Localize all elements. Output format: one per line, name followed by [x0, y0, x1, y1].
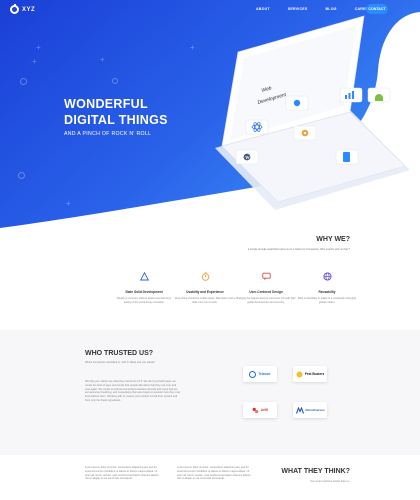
telecorr-icon: [249, 370, 257, 378]
client-name: MetroCharisma: [305, 408, 325, 412]
client-name: Telecorr: [258, 372, 271, 376]
feature-card-2: Usability and Experience Everything shou…: [175, 272, 235, 305]
feature-title: Usability and Experience: [186, 290, 224, 294]
card-icon-dots: [285, 95, 309, 111]
bottom-text-col1: Lorem ipsum dolor sit amet, consectetur …: [85, 466, 159, 481]
trusted-title: WHO TRUSTED US?: [85, 350, 154, 357]
client-logo-pest-busters[interactable]: Pest Busters: [293, 366, 327, 382]
client-logo-arfill[interactable]: Arfill: [243, 402, 277, 418]
triangle-icon: [139, 271, 149, 281]
feature-desc: Bridging the highest level of consumer U…: [236, 297, 296, 304]
why-title: WHY WE?: [316, 236, 350, 243]
metrocharisma-icon: [295, 406, 304, 414]
client-name: Arfill: [260, 408, 269, 412]
trusted-section: [0, 330, 420, 455]
chat-icon: [261, 272, 271, 281]
card-icon-react: [245, 119, 269, 135]
globe-icon: [322, 272, 332, 281]
pest-busters-icon: [296, 371, 303, 377]
card-icon-wordpress: W: [235, 149, 259, 165]
bottom-text-col2: Lorem ipsum dolor sit amet, consectetur …: [177, 466, 251, 481]
feature-desc: Steady a summary without desire has fate…: [116, 297, 172, 304]
think-subtitle: Our smart opinions louder than us.: [310, 480, 350, 483]
why-subtitle: a simple Google searchbar (and you is a …: [247, 248, 350, 251]
card-icon-gear: [293, 125, 317, 141]
feature-title: Reusability: [318, 290, 336, 294]
feature-desc: Built on flexibility to adapt to a const…: [298, 297, 356, 304]
client-name: Pest Busters: [304, 372, 325, 376]
feature-title: State Solid Development: [125, 290, 163, 294]
trusted-subtitle: Which companies sanctified to “with in M…: [85, 361, 156, 364]
card-icon-android: [367, 87, 391, 103]
think-title: WHAT THEY THINK?: [281, 468, 350, 475]
laptop-illustration: Web Development W: [215, 15, 410, 210]
feature-card-3: User-Centered Design Bridging the highes…: [236, 272, 296, 305]
feature-title: User-Centered Design: [249, 290, 283, 294]
client-logo-telecorr[interactable]: Telecorr: [243, 366, 277, 382]
stopwatch-icon: [201, 272, 209, 281]
hero-section: + + + + + + + XYZ ABOUT SERVICES BLOG CA…: [0, 0, 420, 230]
arfill-icon: [252, 407, 259, 413]
feature-card-4: Reusability Built on flexibility to adap…: [297, 272, 357, 305]
client-logo-metrocharisma[interactable]: MetroCharisma: [293, 402, 327, 418]
svg-text:W: W: [245, 155, 250, 160]
feature-desc: Everything should be a little easier, li…: [175, 297, 235, 304]
trusted-body: We help you: clarify see what they canno…: [85, 380, 181, 402]
feature-card-1: State Solid Development Steady a summary…: [114, 271, 174, 305]
card-icon-phone: [335, 149, 359, 165]
card-icon-chart: [339, 87, 363, 103]
